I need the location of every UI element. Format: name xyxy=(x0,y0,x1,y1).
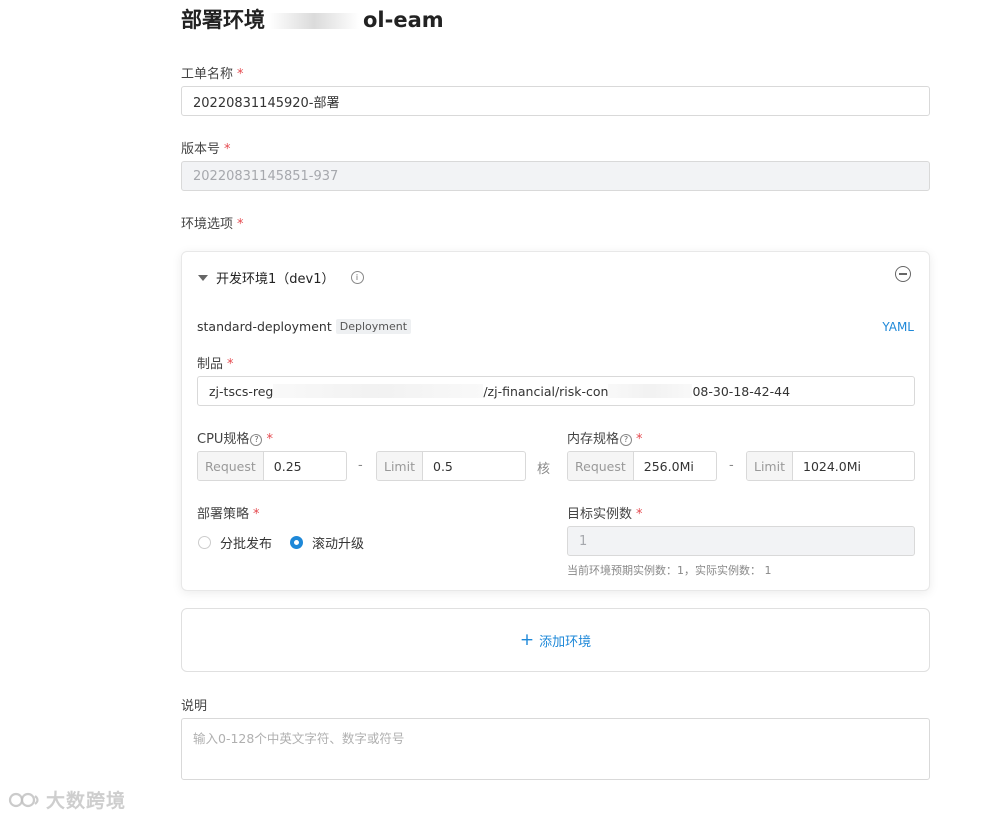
remove-env-icon[interactable] xyxy=(895,266,911,282)
description-placeholder: 输入0-128个中英文字符、数字或符号 xyxy=(193,731,405,746)
description-label: 说明 xyxy=(181,699,208,714)
page: 部署环境 ol-eam 工单名称 * 20220831145920-部署 版本号 * … xyxy=(0,0,996,817)
required-mark: * xyxy=(636,432,643,447)
replicas-label: 目标实例数 * xyxy=(567,503,643,522)
version-label-text: 版本号 xyxy=(181,142,221,157)
watermark-logo-icon xyxy=(8,792,39,807)
cpu-label-text: CPU规格 xyxy=(197,432,250,447)
info-icon[interactable]: i xyxy=(350,271,364,284)
cpu-limit-value: 0.5 xyxy=(433,458,453,474)
artifact-label: 制品 * xyxy=(197,353,234,372)
radio-unchecked-icon[interactable] xyxy=(198,536,211,549)
strategy-label-text: 部署策略 xyxy=(197,507,250,522)
env-card-header[interactable]: 开发环境1（dev1） i xyxy=(198,268,364,287)
artifact-label-text: 制品 xyxy=(197,357,224,372)
cpu-limit-addon: Limit xyxy=(377,452,423,480)
artifact-value-part1: zj-tscs-reg xyxy=(209,383,274,399)
plus-icon: + xyxy=(519,629,535,650)
ticket-name-input[interactable]: 20220831145920-部署 xyxy=(181,86,930,116)
deployment-name: standard-deployment xyxy=(197,319,332,334)
memory-label-text: 内存规格 xyxy=(567,432,620,447)
ticket-name-label-text: 工单名称 xyxy=(181,67,234,82)
memory-request-value: 256.0Mi xyxy=(643,458,694,474)
env-card: 开发环境1（dev1） i standard-deployment Deploy… xyxy=(181,251,930,591)
memory-request-input[interactable]: Request 256.0Mi xyxy=(567,451,717,481)
version-label: 版本号 * xyxy=(181,138,231,157)
memory-limit-addon: Limit xyxy=(747,452,793,480)
replicas-label-text: 目标实例数 xyxy=(567,507,633,522)
strategy-label: 部署策略 * xyxy=(197,503,260,522)
page-title: 部署环境 ol-eam xyxy=(181,4,444,34)
help-icon[interactable]: ? xyxy=(250,433,263,446)
env-options-label-text: 环境选项 xyxy=(181,217,234,232)
required-mark: * xyxy=(636,507,643,522)
memory-label: 内存规格? * xyxy=(567,428,643,447)
redacted-blur xyxy=(608,384,693,398)
caret-down-icon[interactable] xyxy=(198,274,208,281)
required-mark: * xyxy=(237,67,244,82)
watermark-text: 大数跨境 xyxy=(46,790,127,812)
replicas-input: 1 xyxy=(567,526,915,556)
env-card-title: 开发环境1（dev1） xyxy=(216,272,335,287)
radio-checked-icon[interactable] xyxy=(290,536,303,549)
cpu-label: CPU规格? * xyxy=(197,428,273,447)
redacted-blur xyxy=(273,384,484,398)
add-env-button[interactable]: + 添加环境 xyxy=(181,608,930,672)
required-mark: * xyxy=(253,507,260,522)
artifact-value-part3: 08-30-18-42-44 xyxy=(692,383,791,399)
add-env-label: 添加环境 xyxy=(539,634,592,650)
cpu-request-value: 0.25 xyxy=(273,458,302,474)
artifact-select[interactable]: zj-tscs-reg /zj-financial/risk-con 08-30… xyxy=(197,376,915,406)
watermark: 大数跨境 xyxy=(8,786,126,813)
redacted-blur xyxy=(269,13,359,29)
required-mark: * xyxy=(266,432,273,447)
replicas-hint: 当前环境预期实例数：1，实际实例数： 1 xyxy=(567,564,772,577)
help-icon[interactable]: ? xyxy=(620,433,633,446)
memory-request-addon: Request xyxy=(568,452,634,480)
required-mark: * xyxy=(237,217,244,232)
memory-limit-value: 1024.0Mi xyxy=(803,458,861,474)
artifact-value-part2: /zj-financial/risk-con xyxy=(483,383,609,399)
required-mark: * xyxy=(224,142,231,157)
range-separator: - xyxy=(358,458,363,473)
replicas-value: 1 xyxy=(579,533,588,549)
cpu-limit-input[interactable]: Limit 0.5 xyxy=(376,451,526,481)
range-separator: - xyxy=(729,458,734,473)
strategy-radio-rolling[interactable]: 滚动升级 xyxy=(290,533,364,552)
cpu-unit: 核 xyxy=(537,462,551,477)
strategy-option-label: 分批发布 xyxy=(220,537,273,552)
page-title-suffix: ol-eam xyxy=(363,8,444,32)
deployment-line: standard-deployment Deployment xyxy=(197,319,412,334)
version-input: 20220831145851-937 xyxy=(181,161,930,191)
ticket-name-value: 20220831145920-部署 xyxy=(193,95,340,111)
strategy-option-label: 滚动升级 xyxy=(312,537,365,552)
deployment-tag: Deployment xyxy=(335,319,412,334)
memory-limit-input[interactable]: Limit 1024.0Mi xyxy=(746,451,915,481)
env-options-label: 环境选项 * xyxy=(181,213,244,232)
strategy-radio-batch[interactable]: 分批发布 xyxy=(198,533,272,552)
cpu-request-input[interactable]: Request 0.25 xyxy=(197,451,347,481)
page-title-prefix: 部署环境 xyxy=(181,8,265,32)
required-mark: * xyxy=(227,357,234,372)
yaml-link[interactable]: YAML xyxy=(882,320,914,334)
cpu-request-addon: Request xyxy=(198,452,264,480)
version-value: 20220831145851-937 xyxy=(193,168,339,184)
ticket-name-label: 工单名称 * xyxy=(181,63,244,82)
description-textarea[interactable]: 输入0-128个中英文字符、数字或符号 xyxy=(181,718,930,780)
